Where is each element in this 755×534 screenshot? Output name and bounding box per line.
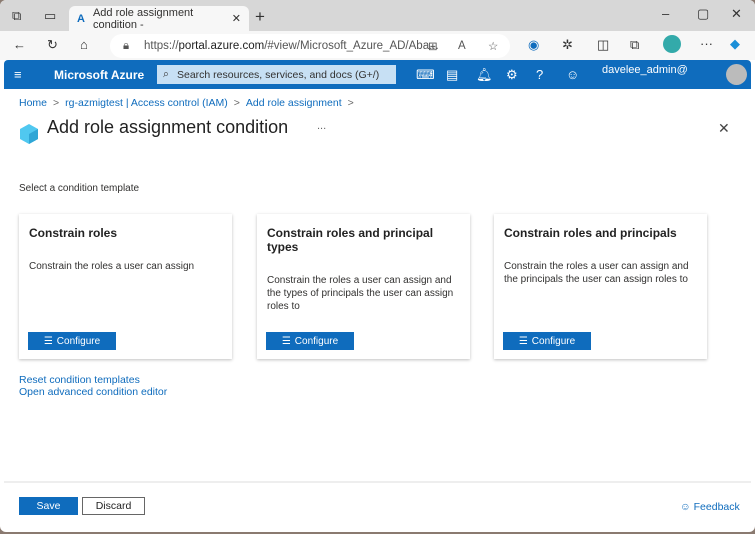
- home-icon[interactable]: ⌂: [80, 37, 88, 52]
- feedback-icon: ☺: [680, 501, 694, 513]
- browser-tab[interactable]: A Add role assignment condition - ✕: [69, 6, 249, 31]
- save-button[interactable]: Save: [19, 497, 78, 515]
- workspaces-icon[interactable]: ⧉: [12, 8, 21, 24]
- url-domain: portal.azure.com: [178, 40, 265, 52]
- user-name[interactable]: davelee_admin@: [602, 64, 688, 76]
- close-window-icon[interactable]: ✕: [731, 6, 742, 22]
- configure-button[interactable]: ☰ Configure: [503, 332, 591, 350]
- configure-label: Configure: [531, 335, 576, 347]
- back-icon[interactable]: ←: [13, 37, 26, 52]
- extension-icon[interactable]: ◉: [528, 37, 539, 53]
- azure-logo-icon: A: [77, 12, 85, 25]
- address-input[interactable]: 🔒︎ https://portal.azure.com/#view/Micros…: [110, 34, 510, 58]
- apps-icon[interactable]: ⊞: [428, 39, 438, 53]
- search-icon: ⌕: [163, 68, 169, 80]
- template-card-roles: Constrain roles Constrain the roles a us…: [19, 214, 232, 359]
- user-avatar[interactable]: [726, 64, 747, 85]
- azure-top-bar: ≡ Microsoft Azure ⌕ Search resources, se…: [4, 60, 751, 89]
- more-options-icon[interactable]: ...: [317, 120, 326, 132]
- cube-icon: [20, 124, 38, 144]
- lock-icon: 🔒︎: [123, 39, 130, 52]
- template-card-principals: Constrain roles and principals Constrain…: [494, 214, 707, 359]
- help-icon[interactable]: ?: [536, 67, 543, 82]
- browser-window: ⧉ ▭ A Add role assignment condition - ✕ …: [0, 0, 755, 532]
- breadcrumb: Home > rg-azmigtest | Access control (IAM…: [19, 97, 354, 109]
- configure-button[interactable]: ☰ Configure: [28, 332, 116, 350]
- feedback-label: Feedback: [693, 501, 740, 513]
- read-aloud-icon[interactable]: A: [458, 40, 466, 52]
- breadcrumb-home[interactable]: Home: [19, 97, 47, 109]
- refresh-icon[interactable]: ↻: [47, 37, 58, 53]
- sliders-icon: ☰: [43, 335, 53, 347]
- more-icon[interactable]: ···: [700, 36, 713, 51]
- search-placeholder: Search resources, services, and docs (G+…: [177, 68, 380, 81]
- notifications-icon[interactable]: 🔔︎: [476, 67, 493, 83]
- feedback-icon[interactable]: ☺: [566, 67, 579, 82]
- address-bar-row: ← ↻ ⌂ 🔒︎ https://portal.azure.com/#view/…: [0, 31, 755, 60]
- card-description: Constrain the roles a user can assign an…: [504, 261, 689, 285]
- sliders-icon: ☰: [281, 335, 291, 347]
- footer-divider: [4, 481, 751, 483]
- reset-templates-link[interactable]: Reset condition templates: [19, 374, 140, 386]
- cloud-shell-icon[interactable]: ⌨: [416, 67, 435, 83]
- split-screen-icon[interactable]: ◫: [597, 37, 609, 53]
- tab-title: Add role assignment condition -: [92, 6, 194, 31]
- search-input[interactable]: ⌕ Search resources, services, and docs (…: [157, 65, 396, 84]
- breadcrumb-add-role[interactable]: Add role assignment: [246, 97, 342, 109]
- advanced-editor-link[interactable]: Open advanced condition editor: [19, 386, 167, 398]
- settings-icon[interactable]: ⚙: [506, 67, 518, 83]
- copilot-icon[interactable]: ◆: [730, 36, 740, 52]
- discard-button[interactable]: Discard: [82, 497, 145, 515]
- card-title: Constrain roles: [29, 226, 118, 240]
- maximize-icon[interactable]: ▢: [697, 6, 709, 22]
- brand[interactable]: Microsoft Azure: [54, 68, 144, 82]
- extensions-icon[interactable]: ✲: [562, 37, 573, 53]
- close-tab-icon[interactable]: ✕: [232, 12, 241, 25]
- favorite-icon[interactable]: ☆: [488, 39, 498, 53]
- configure-label: Configure: [56, 335, 101, 347]
- page-title: Add role assignment condition: [47, 117, 289, 137]
- url-prefix: https://: [144, 40, 179, 52]
- minimize-icon[interactable]: –: [662, 6, 669, 21]
- card-title: Constrain roles and principals: [504, 226, 677, 240]
- breadcrumb-iam[interactable]: rg-azmigtest | Access control (IAM): [65, 97, 228, 109]
- configure-label: Configure: [294, 335, 339, 347]
- directory-filter-icon[interactable]: ▤: [446, 67, 458, 83]
- profile-avatar[interactable]: [663, 35, 681, 53]
- tab-actions-icon[interactable]: ▭: [44, 8, 56, 24]
- sliders-icon: ☰: [518, 335, 528, 347]
- menu-icon[interactable]: ≡: [14, 67, 22, 82]
- card-description: Constrain the roles a user can assign an…: [267, 275, 454, 312]
- feedback-link[interactable]: ☺ Feedback: [680, 501, 740, 513]
- new-tab-icon[interactable]: +: [255, 7, 265, 27]
- collections-icon[interactable]: ⧉: [630, 37, 639, 53]
- close-icon[interactable]: ✕: [718, 120, 730, 137]
- configure-button[interactable]: ☰ Configure: [266, 332, 354, 350]
- tab-bar: ⧉ ▭ A Add role assignment condition - ✕ …: [0, 0, 755, 31]
- card-title: Constrain roles and principal types: [267, 226, 434, 254]
- url-path: /#view/Microsoft_Azure_AD/Aba...: [264, 40, 439, 52]
- card-description: Constrain the roles a user can assign: [29, 261, 195, 272]
- template-card-principal-types: Constrain roles and principal types Cons…: [257, 214, 470, 359]
- section-label: Select a condition template: [19, 183, 140, 194]
